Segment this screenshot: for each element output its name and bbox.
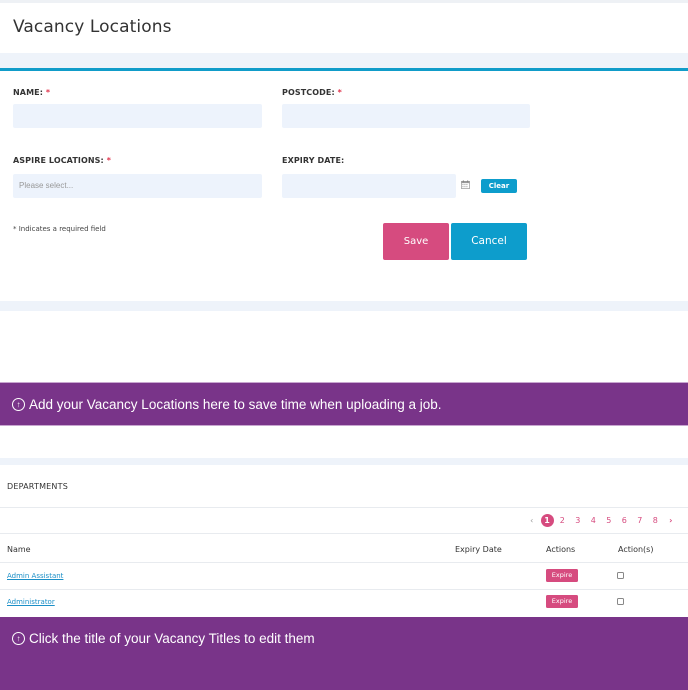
tip-banner-titles: ↑ Click the title of your Vacancy Titles… xyxy=(0,617,688,690)
calendar-icon[interactable] xyxy=(461,180,470,189)
section-gap xyxy=(0,301,688,311)
column-header-name: Name xyxy=(7,545,31,554)
aspire-locations-label: ASPIRE LOCATIONS: * xyxy=(13,156,111,165)
name-label-text: NAME: xyxy=(13,88,44,97)
tip-text: Add your Vacancy Locations here to save … xyxy=(29,397,442,412)
column-header-action-s: Action(s) xyxy=(618,545,654,554)
save-button[interactable]: Save xyxy=(383,223,449,260)
cancel-button[interactable]: Cancel xyxy=(451,223,527,260)
pagination-next-button[interactable]: › xyxy=(663,516,679,525)
pagination-page-5[interactable]: 5 xyxy=(601,516,617,525)
departments-title: DEPARTMENTS xyxy=(7,482,68,491)
expire-button[interactable]: Expire xyxy=(546,595,578,608)
department-name-link[interactable]: Admin Assistant xyxy=(7,572,63,580)
postcode-input[interactable] xyxy=(282,104,530,128)
vacancy-location-form: NAME: * POSTCODE: * ASPIRE LOCATIONS: * … xyxy=(0,71,688,301)
required-marker: * xyxy=(106,156,112,165)
clear-date-button[interactable]: Clear xyxy=(481,179,517,193)
pagination-page-4[interactable]: 4 xyxy=(586,516,602,525)
pagination-page-2[interactable]: 2 xyxy=(555,516,571,525)
postcode-label-text: POSTCODE: xyxy=(282,88,335,97)
expiry-date-input[interactable] xyxy=(282,174,456,198)
pagination-page-7[interactable]: 7 xyxy=(632,516,648,525)
required-marker: * xyxy=(337,88,342,97)
pagination-page-1[interactable]: 1 xyxy=(540,513,554,527)
pagination-page-3[interactable]: 3 xyxy=(570,516,586,525)
divider xyxy=(0,562,688,563)
pagination-page-6[interactable]: 6 xyxy=(617,516,633,525)
pagination-page-8[interactable]: 8 xyxy=(648,516,664,525)
required-field-note: * Indicates a required field xyxy=(13,225,106,233)
expire-button[interactable]: Expire xyxy=(546,569,578,582)
aspire-locations-label-text: ASPIRE LOCATIONS: xyxy=(13,156,104,165)
page-title: Vacancy Locations xyxy=(13,17,172,37)
name-input[interactable] xyxy=(13,104,262,128)
expiry-date-label: EXPIRY DATE: xyxy=(282,156,345,165)
column-header-actions: Actions xyxy=(546,545,576,554)
page-header: Vacancy Locations xyxy=(0,3,688,53)
name-label: NAME: * xyxy=(13,88,50,97)
required-marker: * xyxy=(45,88,51,97)
arrow-up-circle-icon: ↑ xyxy=(12,398,25,411)
aspire-locations-select[interactable]: Please select... xyxy=(13,174,262,198)
row-select-checkbox[interactable] xyxy=(617,572,624,579)
tip-text: Click the title of your Vacancy Titles t… xyxy=(29,631,315,646)
divider xyxy=(0,589,688,590)
section-gap xyxy=(0,53,688,68)
divider xyxy=(0,533,688,534)
pagination-prev-button[interactable]: ‹ xyxy=(524,516,540,525)
tip-banner-locations: ↑ Add your Vacancy Locations here to sav… xyxy=(0,382,688,426)
pagination: ‹ 1 2 3 4 5 6 7 8 › xyxy=(524,513,679,527)
column-header-expiry-date: Expiry Date xyxy=(455,545,502,554)
divider xyxy=(0,507,688,508)
row-select-checkbox[interactable] xyxy=(617,598,624,605)
department-name-link[interactable]: Administrator xyxy=(7,598,55,606)
arrow-up-circle-icon: ↑ xyxy=(12,632,25,645)
section-gap xyxy=(0,458,688,465)
postcode-label: POSTCODE: * xyxy=(282,88,342,97)
